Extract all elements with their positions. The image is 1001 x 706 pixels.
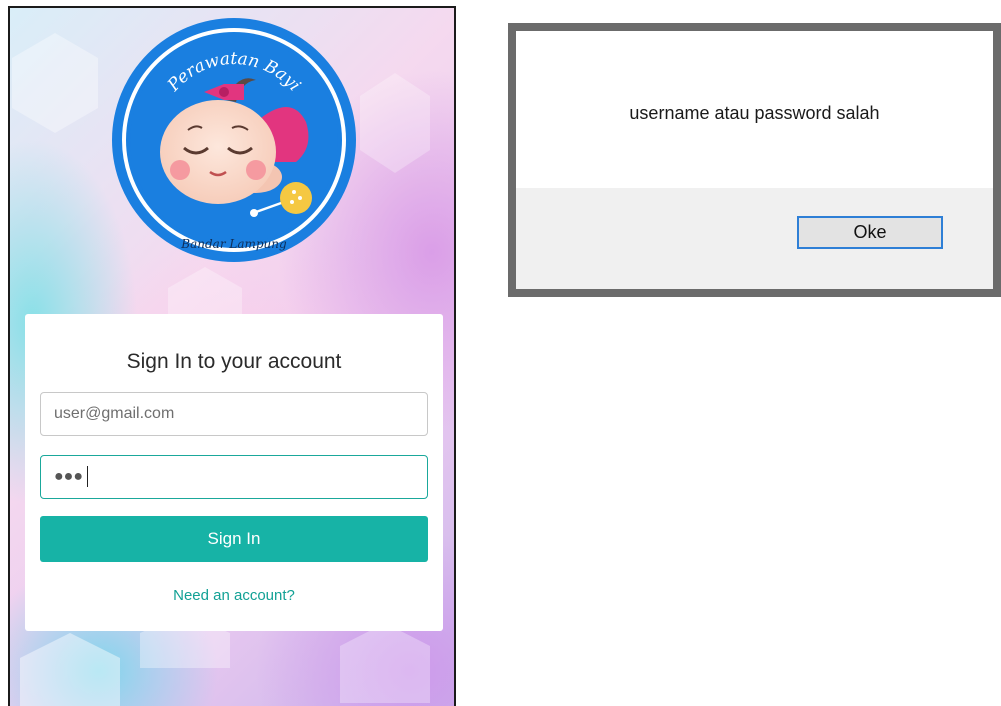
alert-dialog: username atau password salah Oke xyxy=(508,23,1001,297)
signin-title: Sign In to your account xyxy=(126,350,342,373)
bokeh-hexagon-decoration xyxy=(12,33,98,133)
bokeh-hexagon-decoration xyxy=(360,73,430,173)
dialog-footer: Oke xyxy=(516,188,993,289)
signin-card: Sign In to your account user@gmail.com ●… xyxy=(25,314,443,631)
bokeh-hexagon-decoration xyxy=(340,623,430,703)
text-caret xyxy=(87,466,88,487)
ok-button[interactable]: Oke xyxy=(797,216,943,249)
password-field[interactable]: ●●● xyxy=(40,455,428,499)
email-field[interactable]: user@gmail.com xyxy=(40,392,428,436)
login-screen: Perawatan Bayi Bandar Lampung Sign In to… xyxy=(8,6,456,706)
bokeh-hexagon-decoration xyxy=(20,633,120,706)
email-value: user@gmail.com xyxy=(54,405,175,422)
password-masked-value: ●●● xyxy=(54,468,83,485)
dialog-message: username atau password salah xyxy=(629,103,880,123)
need-account-link[interactable]: Need an account? xyxy=(25,587,443,604)
logo-bottom-text: Bandar Lampung xyxy=(180,237,287,251)
signin-button[interactable]: Sign In xyxy=(40,516,428,562)
baby-logo-icon: Perawatan Bayi Bandar Lampung xyxy=(112,18,356,262)
app-logo: Perawatan Bayi Bandar Lampung xyxy=(106,12,362,268)
